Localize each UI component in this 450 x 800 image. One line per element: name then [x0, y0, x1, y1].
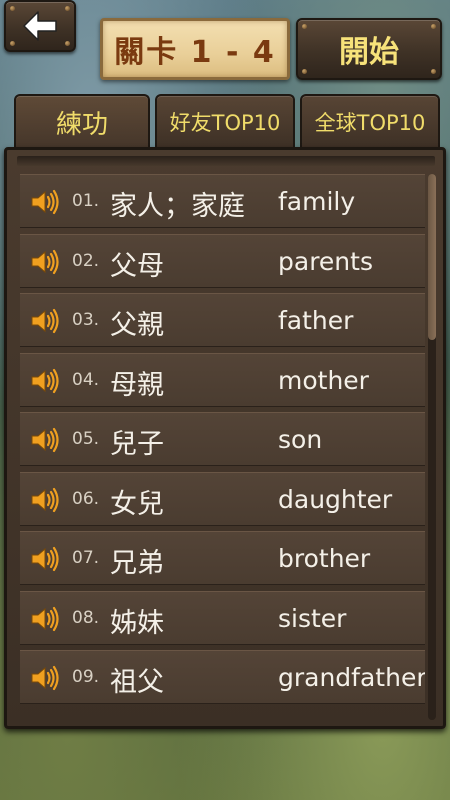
left-arrow-icon [23, 11, 57, 41]
word-row[interactable]: 06. 女兒 daughter [20, 471, 425, 526]
word-chinese: 父母 [110, 250, 164, 282]
word-chinese: 姊妹 [110, 607, 164, 639]
word-chinese: 父親 [110, 310, 164, 341]
word-english: family [278, 187, 356, 216]
tab-friends-label: 好友TOP10 [169, 111, 281, 135]
word-english: father [278, 306, 354, 335]
rivet-decoration [65, 41, 70, 46]
word-row[interactable]: 05. 兒子 son [20, 412, 425, 466]
word-row[interactable]: 08. 姊妹 sister [20, 590, 425, 645]
word-number: 07. [72, 548, 100, 568]
start-button[interactable]: 開始 [296, 18, 442, 80]
word-number: 04. [72, 369, 100, 390]
word-chinese: 兒子 [110, 429, 164, 460]
rivet-decoration [302, 69, 307, 74]
speaker-icon[interactable] [30, 188, 60, 216]
word-english: mother [278, 365, 369, 395]
panel-top-bar [17, 156, 435, 166]
word-chinese: 女兒 [110, 488, 164, 520]
rivet-decoration [302, 24, 307, 29]
word-row[interactable]: 03. 父親 father [20, 293, 425, 347]
speaker-icon[interactable] [30, 248, 60, 276]
word-number: 02. [72, 250, 100, 271]
word-row[interactable]: 01. 家人；家庭 family [20, 174, 425, 228]
back-button[interactable] [4, 0, 76, 52]
rivet-decoration [431, 69, 436, 74]
speaker-icon[interactable] [30, 367, 60, 395]
level-text: 關卡 1 - 4 [114, 35, 276, 70]
tab-global-label: 全球TOP10 [314, 111, 426, 135]
word-number: 03. [72, 310, 100, 330]
word-chinese: 兄弟 [110, 548, 164, 579]
word-number: 01. [72, 191, 100, 211]
word-chinese: 祖父 [110, 667, 164, 698]
word-number: 08. [72, 607, 100, 628]
speaker-icon[interactable] [30, 605, 60, 633]
speaker-icon[interactable] [30, 486, 60, 514]
scrollbar-thumb[interactable] [428, 174, 436, 340]
word-english: grandfather [278, 663, 425, 692]
speaker-icon[interactable] [30, 426, 60, 454]
scrollbar[interactable] [428, 174, 436, 720]
word-row[interactable]: 04. 母親 mother [20, 352, 425, 407]
tab-practice-label: 練功 [55, 109, 108, 140]
rivet-decoration [10, 6, 15, 11]
word-english: parents [278, 246, 373, 276]
word-row[interactable]: 07. 兄弟 brother [20, 531, 425, 585]
word-row[interactable]: 09. 祖父 grandfather [20, 650, 425, 704]
word-chinese: 母親 [110, 369, 164, 401]
tab-practice[interactable]: 練功 [14, 94, 150, 148]
word-number: 05. [72, 429, 100, 449]
rivet-decoration [431, 24, 436, 29]
rivet-decoration [65, 6, 70, 11]
start-label: 開始 [339, 35, 399, 70]
word-list-panel: 01. 家人；家庭 family 02. 父母 parents 03. 父親 f… [4, 147, 446, 729]
word-row[interactable]: 02. 父母 parents [20, 233, 425, 288]
word-number: 06. [72, 488, 100, 509]
speaker-icon[interactable] [30, 664, 60, 692]
word-english: son [278, 425, 323, 454]
word-english: brother [278, 544, 371, 573]
rivet-decoration [10, 41, 15, 46]
tab-global-top10[interactable]: 全球TOP10 [300, 94, 440, 148]
speaker-icon[interactable] [30, 545, 60, 573]
word-list[interactable]: 01. 家人；家庭 family 02. 父母 parents 03. 父親 f… [20, 174, 425, 720]
word-english: daughter [278, 484, 393, 514]
word-english: sister [278, 603, 347, 633]
tab-friends-top10[interactable]: 好友TOP10 [155, 94, 295, 148]
word-number: 09. [72, 667, 100, 687]
speaker-icon[interactable] [30, 307, 60, 335]
level-label: 關卡 1 - 4 [100, 18, 290, 80]
word-chinese: 家人；家庭 [110, 191, 245, 222]
